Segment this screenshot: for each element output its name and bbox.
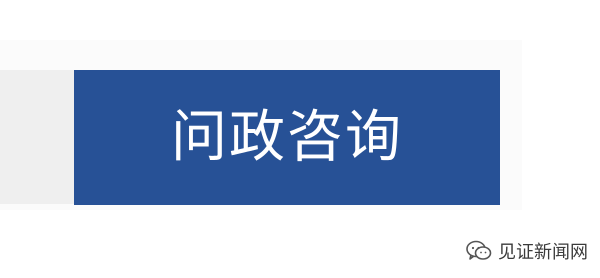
left-strip (0, 70, 74, 204)
page: 问政咨询 见证新闻网 (0, 0, 600, 278)
watermark: 见证新闻网 (466, 238, 588, 264)
wechat-icon (466, 240, 492, 262)
consultation-button[interactable]: 问政咨询 (74, 70, 500, 205)
consultation-button-label: 问政咨询 (171, 104, 403, 170)
watermark-text: 见证新闻网 (498, 242, 588, 263)
